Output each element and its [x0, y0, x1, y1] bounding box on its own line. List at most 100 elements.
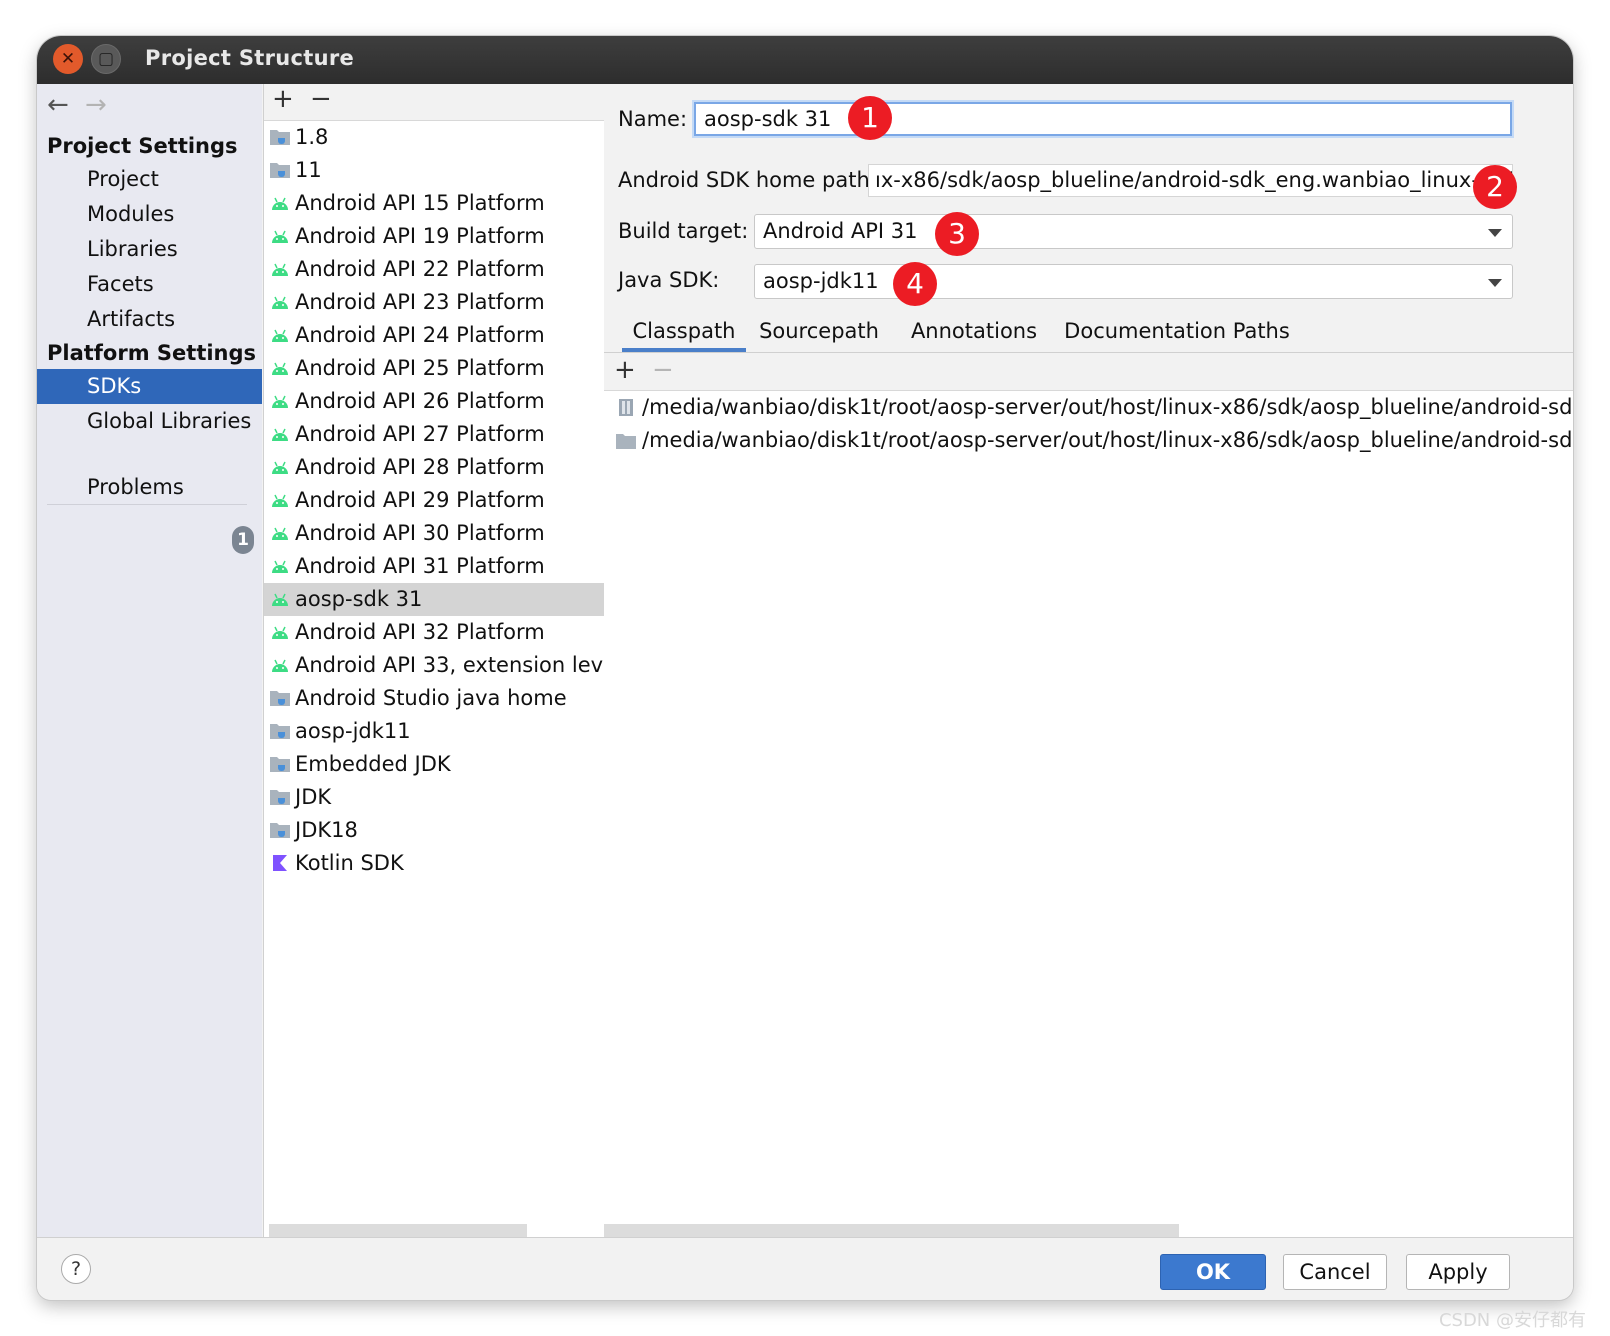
watermark: CSDN @安仔都有 [1438, 1310, 1586, 1331]
annotation-marker-4: 4 [893, 262, 937, 306]
sdk-label: Kotlin SDK [295, 851, 404, 875]
window-title: Project Structure [145, 46, 355, 70]
tab-annotations[interactable]: Annotations [902, 314, 1046, 352]
add-classpath-button[interactable]: + [614, 355, 636, 385]
list-item[interactable]: Android API 23 Platform [264, 286, 604, 319]
java-sdk-dropdown[interactable]: aosp-jdk11 [754, 264, 1513, 299]
list-item[interactable]: Android API 19 Platform [264, 220, 604, 253]
sdk-label: Android API 19 Platform [295, 224, 545, 248]
android-icon [272, 296, 288, 309]
list-item[interactable]: JDK [264, 781, 604, 814]
tab-sourcepath[interactable]: Sourcepath [756, 314, 882, 352]
nav-item-problems[interactable]: Problems [37, 470, 262, 505]
maximize-window-button[interactable]: ▢ [91, 44, 121, 74]
nav-item-facets[interactable]: Facets [37, 267, 262, 302]
sdk-name-input[interactable]: aosp-sdk 31 [694, 102, 1512, 136]
sdk-list: 1.8 11 Android API 15 Platform Android API … [264, 121, 604, 880]
nav-item-project[interactable]: Project [37, 162, 262, 197]
list-item[interactable]: Kotlin SDK [264, 847, 604, 880]
classpath-toolbar: + − [604, 353, 1573, 391]
android-icon [272, 593, 288, 606]
annotation-marker-2: 2 [1473, 165, 1517, 209]
build-target-value: Android API 31 [763, 219, 918, 243]
sdk-label: Android API 33, extension level 3 [295, 653, 604, 677]
list-item[interactable]: Android API 33, extension level 3 [264, 649, 604, 682]
list-item[interactable]: Android API 32 Platform [264, 616, 604, 649]
jdk-folder-icon [270, 757, 290, 772]
list-item[interactable]: Android API 25 Platform [264, 352, 604, 385]
sdk-label: Android API 23 Platform [295, 290, 545, 314]
sdk-label: Android API 31 Platform [295, 554, 545, 578]
android-icon [272, 263, 288, 276]
android-icon [272, 362, 288, 375]
list-item[interactable]: Android API 29 Platform [264, 484, 604, 517]
nav-item-artifacts[interactable]: Artifacts [37, 302, 262, 337]
list-item[interactable]: JDK18 [264, 814, 604, 847]
sdk-label: Android API 32 Platform [295, 620, 545, 644]
sdk-label: Android API 28 Platform [295, 455, 545, 479]
android-icon [272, 527, 288, 540]
list-item[interactable]: Embedded JDK [264, 748, 604, 781]
list-item[interactable]: aosp-jdk11 [264, 715, 604, 748]
chevron-down-icon [1488, 229, 1502, 237]
list-item[interactable]: Android API 28 Platform [264, 451, 604, 484]
sdk-label: Android API 24 Platform [295, 323, 545, 347]
nav-item-modules[interactable]: Modules [37, 197, 262, 232]
help-button[interactable]: ? [61, 1254, 91, 1284]
list-item[interactable]: Android API 31 Platform [264, 550, 604, 583]
home-path-label: Android SDK home path: [618, 168, 877, 192]
android-icon [272, 626, 288, 639]
project-settings-heading: Project Settings [47, 134, 238, 158]
list-item[interactable]: /media/wanbiao/disk1t/root/aosp-server/o… [604, 424, 1573, 457]
sdk-label: Embedded JDK [295, 752, 451, 776]
sdk-label: 1.8 [295, 125, 329, 149]
sdk-label: Android API 15 Platform [295, 191, 545, 215]
list-item[interactable]: Android API 27 Platform [264, 418, 604, 451]
tab-classpath[interactable]: Classpath [622, 314, 746, 352]
cancel-button[interactable]: Cancel [1283, 1254, 1387, 1290]
sdk-label: JDK18 [295, 818, 358, 842]
list-item[interactable]: /media/wanbiao/disk1t/root/aosp-server/o… [604, 391, 1573, 424]
list-item[interactable]: Android API 22 Platform [264, 253, 604, 286]
apply-button[interactable]: Apply [1406, 1254, 1510, 1290]
close-window-button[interactable]: ✕ [53, 44, 83, 74]
jdk-folder-icon [270, 790, 290, 805]
remove-sdk-button[interactable]: − [310, 84, 332, 114]
sdk-list-scrollbar[interactable] [269, 1224, 527, 1238]
build-target-dropdown[interactable]: Android API 31 [754, 214, 1513, 249]
classpath-scrollbar[interactable] [604, 1224, 1179, 1238]
list-item[interactable]: 11 [264, 154, 604, 187]
jdk-folder-icon [270, 691, 290, 706]
jdk-folder-icon [270, 130, 290, 145]
list-item[interactable]: Android API 24 Platform [264, 319, 604, 352]
annotation-marker-3: 3 [935, 212, 979, 256]
project-structure-dialog: ✕ ▢ Project Structure ← → Project Setting… [37, 36, 1573, 1300]
list-item[interactable]: Android API 15 Platform [264, 187, 604, 220]
platform-settings-heading: Platform Settings [47, 341, 257, 365]
back-arrow-icon[interactable]: ← [47, 90, 85, 120]
list-item[interactable]: Android Studio java home [264, 682, 604, 715]
jdk-folder-icon [270, 163, 290, 178]
sdk-list-toolbar: + − [264, 84, 604, 121]
list-item[interactable]: 1.8 [264, 121, 604, 154]
list-item[interactable]: aosp-sdk 31 [264, 583, 604, 616]
nav-item-global-libraries[interactable]: Global Libraries [37, 404, 262, 439]
remove-classpath-button[interactable]: − [652, 355, 674, 385]
add-sdk-button[interactable]: + [272, 84, 294, 114]
nav-item-libraries[interactable]: Libraries [37, 232, 262, 267]
settings-nav: ← → Project Settings Project Modules Libr… [37, 84, 262, 1238]
ok-button[interactable]: OK [1160, 1254, 1266, 1290]
java-sdk-label: Java SDK: [618, 268, 720, 292]
sdk-label: JDK [295, 785, 332, 809]
forward-arrow-icon[interactable]: → [85, 90, 123, 120]
maximize-icon: ▢ [97, 48, 115, 69]
list-item[interactable]: Android API 30 Platform [264, 517, 604, 550]
jdk-folder-icon [270, 724, 290, 739]
android-icon [272, 197, 288, 210]
nav-item-sdks[interactable]: SDKs [37, 369, 262, 404]
sdk-label: Android Studio java home [295, 686, 567, 710]
sdk-home-path-field[interactable]: ıx-x86/sdk/aosp_blueline/android-sdk_eng… [868, 164, 1513, 197]
list-item[interactable]: Android API 26 Platform [264, 385, 604, 418]
android-icon [272, 395, 288, 408]
tab-documentation-paths[interactable]: Documentation Paths [1062, 314, 1292, 352]
